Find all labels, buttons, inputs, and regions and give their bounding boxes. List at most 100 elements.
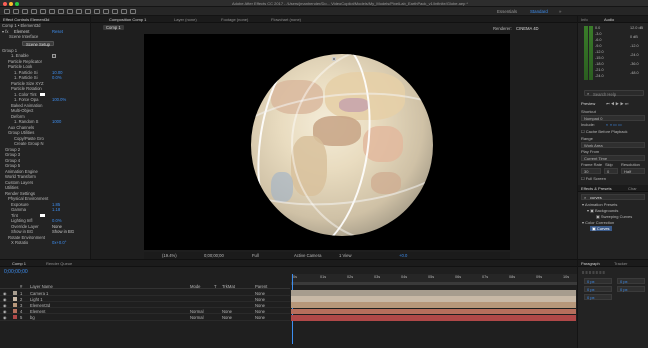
enable-checkbox[interactable] (52, 54, 56, 58)
paragraph-indent-field[interactable]: 0 px (584, 278, 612, 284)
layer-mode[interactable]: Normal (190, 315, 204, 320)
tree-curves[interactable]: ▣ Curves (590, 226, 612, 231)
resolution-select[interactable]: Full (252, 253, 259, 258)
effect-property-row[interactable]: X Rotatio 0x+0.0° (0, 240, 90, 246)
layer-row[interactable]: ◉ 3 Element3d None (0, 302, 290, 309)
layer-row[interactable]: ◉ 2 Light 1 None (0, 296, 290, 302)
pan-behind-tool-icon[interactable] (58, 9, 64, 14)
camera-tool-icon[interactable] (49, 9, 55, 14)
layer-parent[interactable]: None (255, 291, 265, 296)
paragraph-align-icons[interactable]: ≡ ≡ ≡ ≡ ≡ ≡ ≡ (582, 270, 605, 275)
tab-info[interactable]: Info (581, 17, 588, 22)
color-swatch[interactable] (40, 213, 45, 217)
effects-search-input[interactable]: ⌕ curves (581, 194, 645, 200)
layer-parent[interactable]: None (255, 303, 265, 308)
hand-tool-icon[interactable] (22, 9, 28, 14)
comp-button[interactable]: Comp 1 (103, 25, 124, 30)
full-screen-checkbox[interactable]: ☐ Full Screen (581, 176, 606, 181)
layer-mode[interactable]: Normal (190, 309, 204, 314)
visibility-eye-icon[interactable]: ◉ (3, 309, 7, 314)
visibility-eye-icon[interactable]: ◉ (3, 297, 7, 302)
layer-duration-bar[interactable] (291, 302, 576, 309)
mask-tool-icon[interactable] (67, 9, 73, 14)
zoom-tool-icon[interactable] (31, 9, 37, 14)
paragraph-indent-field[interactable]: 0 px (584, 286, 612, 292)
layer-duration-bar[interactable] (291, 290, 576, 296)
workspace-standard[interactable]: Standard (530, 9, 548, 14)
tab-layer[interactable]: Layer (none) (174, 17, 197, 22)
selection-tool-icon[interactable] (13, 9, 19, 14)
cache-before-playback-checkbox[interactable]: ☐ Cache Before Playback (581, 129, 628, 134)
visibility-eye-icon[interactable]: ◉ (3, 303, 7, 308)
layer-name[interactable]: Element (30, 309, 45, 314)
color-swatch[interactable] (40, 92, 45, 96)
layer-name[interactable]: Camera 1 (30, 291, 48, 296)
close-window-icon[interactable] (3, 1, 7, 6)
layer-duration-bar[interactable] (291, 308, 576, 315)
layer-parent[interactable]: None (255, 315, 265, 320)
layer-name[interactable]: bg (30, 315, 35, 320)
scene-setup-button[interactable]: Scene Setup (22, 40, 54, 47)
pen-tool-icon[interactable] (76, 9, 82, 14)
zoom-window-icon[interactable] (15, 1, 19, 6)
work-area-bar[interactable] (291, 282, 577, 285)
tree-sweeping-curves[interactable]: ▣ Sweeping Curves (596, 214, 632, 219)
layer-row[interactable]: ◉ 1 Camera 1 None (0, 290, 290, 296)
light-icon[interactable] (332, 57, 336, 61)
workspace-menu-icon[interactable]: » (559, 9, 561, 14)
puppet-tool-icon[interactable] (130, 9, 136, 14)
tab-effects-presets[interactable]: Effects & Presets (581, 186, 612, 191)
exposure-value[interactable]: +0.0 (399, 253, 407, 258)
tab-footage[interactable]: Footage (none) (221, 17, 248, 22)
tab-flowchart[interactable]: Flowchart (none) (271, 17, 301, 22)
resolution-select-preview[interactable]: Half (621, 168, 645, 174)
layer-row[interactable]: ◉ 5 bg Normal None None (0, 315, 290, 321)
layer-parent[interactable]: None (255, 297, 265, 302)
shortcut-select[interactable]: Numpad 0 (581, 115, 645, 121)
workspace-essentials[interactable]: Essentials (497, 9, 517, 14)
tab-comp-1[interactable]: Comp 1 (12, 261, 26, 266)
label-color-swatch[interactable] (13, 315, 17, 320)
visibility-eye-icon[interactable]: ◉ (3, 291, 7, 296)
clone-tool-icon[interactable] (103, 9, 109, 14)
tab-character[interactable]: Char (628, 186, 637, 191)
label-color-swatch[interactable] (13, 296, 17, 301)
frame-rate-select[interactable]: 30 (581, 168, 601, 174)
tab-tracker[interactable]: Tracker (614, 261, 627, 266)
skip-field[interactable]: 0 (604, 168, 618, 174)
brush-tool-icon[interactable] (94, 9, 100, 14)
visibility-eye-icon[interactable]: ◉ (3, 315, 7, 320)
label-color-swatch[interactable] (13, 309, 17, 314)
roto-brush-tool-icon[interactable] (121, 9, 127, 14)
search-help-field[interactable]: ⌕ Search Help (584, 90, 644, 97)
paragraph-indent-field[interactable]: 0 px (584, 294, 612, 300)
current-time[interactable]: 0;00;00;00 (204, 253, 224, 258)
tab-paragraph[interactable]: Paragraph (581, 261, 600, 266)
layer-name[interactable]: Light 1 (30, 297, 43, 302)
view-layout-select[interactable]: 1 View (339, 253, 352, 258)
layer-duration-bar[interactable] (291, 314, 576, 321)
rotate-tool-icon[interactable] (40, 9, 46, 14)
tab-composition[interactable]: Composition Comp 1 (109, 17, 146, 22)
tab-audio[interactable]: Audio (604, 17, 614, 22)
preview-transport-icons[interactable]: ⏮ ◀ ▶ ▶ ⏭ (606, 101, 628, 106)
home-tool-icon[interactable] (4, 9, 10, 14)
composition-viewer[interactable] (144, 34, 510, 250)
label-color-swatch[interactable] (13, 290, 17, 295)
paragraph-indent-field[interactable]: 0 px (617, 278, 645, 284)
layer-row[interactable]: ◉ 4 Element Normal None None (0, 309, 290, 315)
tree-color-correction[interactable]: ▾ Color Correction (582, 220, 614, 225)
timeline-timecode[interactable]: 0;00;00;00 (4, 269, 28, 275)
minimize-window-icon[interactable] (9, 1, 13, 6)
camera-select[interactable]: Active Camera (294, 253, 321, 258)
paragraph-indent-field[interactable]: 0 px (617, 286, 645, 292)
label-color-swatch[interactable] (13, 302, 17, 307)
layer-name[interactable]: Element3d (30, 303, 50, 308)
effect-property-value[interactable]: 0x+0.0° (52, 240, 66, 246)
include-toggle-icons[interactable]: ◐ ◑ ▭ ▭ (606, 122, 622, 127)
time-ruler[interactable]: 0s 01s 02s 03s 04s 05s 06s 07s 08s 09s 10s (291, 274, 577, 282)
layer-trkmat[interactable]: None (222, 309, 232, 314)
range-select[interactable]: Work Area (581, 142, 645, 148)
tree-animation-presets[interactable]: ▾ Animation Presets (582, 202, 617, 207)
layer-parent[interactable]: None (255, 309, 265, 314)
